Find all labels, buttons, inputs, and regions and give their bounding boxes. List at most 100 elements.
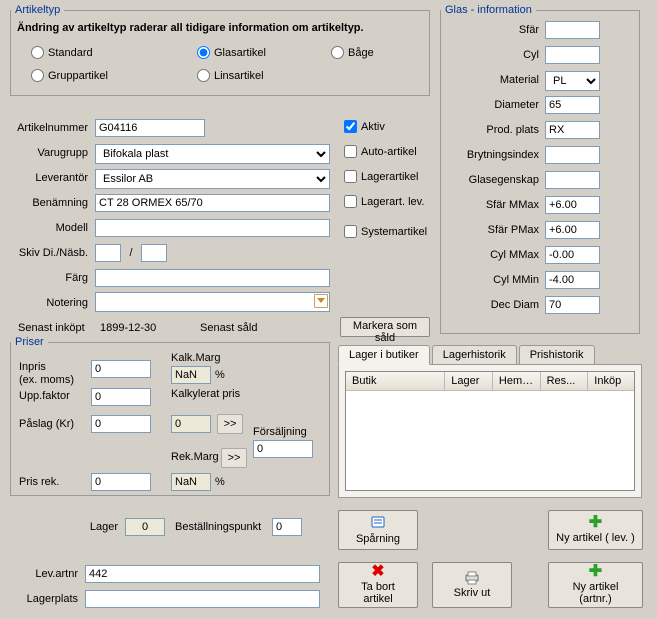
chevron-down-icon[interactable] [314, 294, 328, 308]
search-icon [370, 515, 386, 531]
skiv-a-input[interactable] [95, 244, 121, 262]
rek-marg-value [171, 473, 211, 491]
systemartikel-checkbox[interactable]: Systemartikel [344, 225, 427, 238]
col-heml[interactable]: Heml... [493, 372, 541, 390]
artikelnummer-input[interactable] [95, 119, 205, 137]
tabs: Lager i butiker Lagerhistorik Prishistor… [338, 345, 597, 365]
cyl-mmin-input[interactable] [545, 271, 600, 289]
varugrupp-label: Varugrupp [8, 147, 88, 159]
inpris-label-2: (ex. moms) [19, 374, 74, 386]
tab-lagerhistorik[interactable]: Lagerhistorik [432, 345, 517, 365]
tab-lager-butiker[interactable]: Lager i butiker [338, 345, 430, 365]
kalkylerat-pris-value [171, 415, 211, 433]
tab-prishistorik[interactable]: Prishistorik [519, 345, 595, 365]
lagerartikel-checkbox[interactable]: Lagerartikel [344, 170, 418, 183]
skiv-label: Skiv Di./Näsb. [8, 247, 88, 259]
material-label: Material [441, 74, 539, 86]
plus-icon: ✚ [589, 516, 602, 530]
benamning-input[interactable] [95, 194, 330, 212]
percent-2: % [215, 476, 225, 488]
brytning-input[interactable] [545, 146, 600, 164]
priser-group: Priser Inpris (ex. moms) Kalk.Marg % Upp… [10, 336, 330, 496]
radio-linsartikel[interactable]: Linsartikel [197, 69, 264, 82]
col-res[interactable]: Res... [541, 372, 589, 390]
radio-gruppartikel[interactable]: Gruppartikel [31, 69, 108, 82]
aktiv-checkbox[interactable]: Aktiv [344, 120, 385, 133]
benamning-label: Benämning [8, 197, 88, 209]
col-inkop[interactable]: Inköp [588, 372, 634, 390]
kalk-marg-label: Kalk.Marg [171, 352, 221, 364]
radio-glasartikel[interactable]: Glasartikel [197, 46, 266, 59]
material-select[interactable]: PL [545, 71, 600, 91]
farg-input[interactable] [95, 269, 330, 287]
sfar-mmax-input[interactable] [545, 196, 600, 214]
decdiam-input[interactable] [545, 296, 600, 314]
cyl-mmax-label: Cyl MMax [441, 249, 539, 261]
percent-1: % [215, 369, 225, 381]
skriv-ut-button[interactable]: Skriv ut [432, 562, 512, 608]
skiv-b-input[interactable] [141, 244, 167, 262]
diameter-input[interactable] [545, 96, 600, 114]
prodplats-label: Prod. plats [441, 124, 539, 136]
skriv-ut-label: Skriv ut [454, 587, 491, 599]
lagerart-lev-checkbox[interactable]: Lagerart. lev. [344, 195, 424, 208]
uppfaktor-label: Upp.faktor [19, 390, 70, 402]
cyl-mmax-input[interactable] [545, 246, 600, 264]
sfar-pmax-input[interactable] [545, 221, 600, 239]
senast-inkopt-value: 1899-12-30 [100, 322, 156, 334]
modell-input[interactable] [95, 219, 330, 237]
lagerplats-input[interactable] [85, 590, 320, 608]
paslag-input[interactable] [91, 415, 151, 433]
lager-value [125, 518, 165, 536]
senast-sald-label: Senast såld [200, 322, 257, 334]
glasegenskap-label: Glasegenskap [441, 174, 539, 186]
ny-artnr-label: Ny artikel (artnr.) [555, 581, 636, 605]
leverantor-label: Leverantör [8, 172, 88, 184]
kalk-marg-value [171, 366, 211, 384]
uppfaktor-input[interactable] [91, 388, 151, 406]
plus-icon: ✚ [589, 565, 602, 579]
auto-checkbox[interactable]: Auto-artikel [344, 145, 417, 158]
ta-bort-label: Ta bort artikel [345, 581, 411, 605]
artikelnummer-label: Artikelnummer [8, 122, 88, 134]
pris-rek-input[interactable] [91, 473, 151, 491]
radio-standard[interactable]: Standard [31, 46, 93, 59]
go-button-1[interactable]: >> [217, 414, 243, 434]
lager-label: Lager [68, 521, 118, 533]
printer-icon [464, 571, 480, 585]
go-button-2[interactable]: >> [221, 448, 247, 468]
table-header: Butik Lager Heml... Res... Inköp [346, 372, 634, 391]
markera-sald-button[interactable]: Markera som såld [340, 317, 430, 337]
decdiam-label: Dec Diam [441, 299, 539, 311]
col-butik[interactable]: Butik [346, 372, 445, 390]
cyl-label: Cyl [441, 49, 539, 61]
ta-bort-button[interactable]: ✖ Ta bort artikel [338, 562, 418, 608]
prodplats-input[interactable] [545, 121, 600, 139]
glas-group: Glas - information Sfär Cyl Material PL … [440, 4, 640, 334]
sfar-input[interactable] [545, 21, 600, 39]
sfar-pmax-label: Sfär PMax [441, 224, 539, 236]
delete-icon: ✖ [371, 565, 384, 579]
modell-label: Modell [8, 222, 88, 234]
cyl-input[interactable] [545, 46, 600, 64]
cyl-mmin-label: Cyl MMin [441, 274, 539, 286]
ny-artikel-artnr-button[interactable]: ✚ Ny artikel (artnr.) [548, 562, 643, 608]
varugrupp-select[interactable]: Bifokala plast [95, 144, 330, 164]
best-input[interactable] [272, 518, 302, 536]
tabpanel: Butik Lager Heml... Res... Inköp [338, 364, 642, 498]
sparning-label: Spårning [356, 533, 400, 545]
forsaljning-input[interactable] [253, 440, 313, 458]
radio-bage[interactable]: Båge [331, 46, 374, 59]
leverantor-select[interactable]: Essilor AB [95, 169, 330, 189]
inpris-input[interactable] [91, 360, 151, 378]
col-lager[interactable]: Lager [445, 372, 493, 390]
levartnr-input[interactable] [85, 565, 320, 583]
sparning-button[interactable]: Spårning [338, 510, 418, 550]
lager-table[interactable]: Butik Lager Heml... Res... Inköp [345, 371, 635, 491]
glasegenskap-input[interactable] [545, 171, 600, 189]
ny-artikel-lev-button[interactable]: ✚ Ny artikel ( lev. ) [548, 510, 643, 550]
notering-input[interactable] [95, 292, 330, 312]
artikeltyp-warning: Ändring av artikeltyp raderar all tidiga… [17, 22, 425, 34]
artikeltyp-group: Artikeltyp Ändring av artikeltyp raderar… [10, 4, 430, 96]
glas-legend: Glas - information [441, 4, 536, 16]
